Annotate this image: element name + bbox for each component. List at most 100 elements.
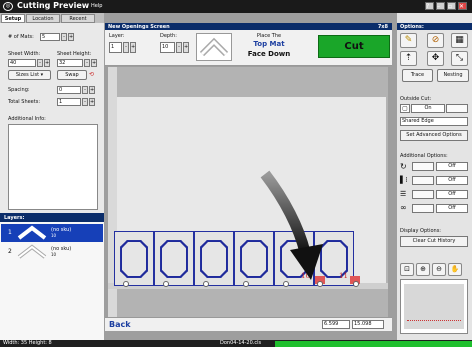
nesting-button[interactable]: Nesting bbox=[437, 69, 469, 82]
shared-edge-dropdown[interactable]: Shared Edge bbox=[400, 117, 468, 126]
place-instruction-line2: Top Mat bbox=[253, 40, 285, 48]
opening-shape bbox=[200, 240, 228, 278]
total-sheets-increment[interactable]: + bbox=[89, 98, 95, 106]
move-icon[interactable]: ✥ bbox=[427, 51, 444, 66]
layer-decrement[interactable]: - bbox=[123, 42, 129, 53]
layer-increment[interactable]: + bbox=[130, 42, 136, 53]
total-sheets-input[interactable]: 1 bbox=[57, 98, 81, 106]
help-menu[interactable]: Help bbox=[91, 3, 102, 9]
back-button[interactable]: Back bbox=[109, 320, 131, 329]
sheet-width-decrement[interactable]: - bbox=[37, 59, 43, 67]
mat-opening bbox=[114, 231, 154, 286]
swap-button[interactable]: Swap bbox=[57, 70, 87, 80]
total-sheets-label: Total Sheets: bbox=[8, 99, 41, 105]
spacing-increment[interactable]: + bbox=[89, 86, 95, 94]
mats-label: # of Mats: bbox=[8, 34, 34, 40]
option-toggle-track[interactable] bbox=[412, 162, 434, 171]
resize-icon[interactable]: ⤡ bbox=[451, 51, 468, 66]
outside-cut-icon: ▢ bbox=[400, 104, 410, 113]
layer-row[interactable]: 1 (no sku) 10 bbox=[1, 224, 103, 242]
minimize-button[interactable]: – bbox=[436, 2, 445, 10]
status-dimensions: Width: 35 Height: 8 bbox=[3, 340, 52, 346]
spacing-input[interactable]: 0 bbox=[57, 86, 81, 94]
depth-increment[interactable]: + bbox=[183, 42, 189, 53]
layer-sku: 10 bbox=[51, 252, 57, 257]
total-sheets-decrement[interactable]: - bbox=[82, 98, 88, 106]
mat-shape-icon bbox=[199, 37, 229, 57]
close-button[interactable]: ✕ bbox=[458, 2, 467, 10]
direction-arrow-icon bbox=[260, 170, 323, 280]
layer-label: Layer: bbox=[109, 33, 125, 39]
sizes-list-dropdown[interactable]: Sizes List ▾ bbox=[8, 70, 51, 80]
outside-cut-toggle[interactable]: On bbox=[411, 104, 445, 113]
layer-thumbnail-icon bbox=[17, 244, 47, 259]
sheet-height-decrement[interactable]: - bbox=[84, 59, 90, 67]
layer-sku: 10 bbox=[51, 233, 57, 238]
grid-icon[interactable]: ▦ bbox=[451, 33, 468, 48]
option-toggle-track[interactable] bbox=[412, 204, 434, 213]
option-toggle[interactable]: Off bbox=[436, 162, 468, 171]
place-instruction-line3: Face Down bbox=[247, 50, 291, 58]
trace-button[interactable]: Trace bbox=[402, 69, 433, 82]
no-edit-icon[interactable]: ⊘ bbox=[427, 33, 444, 48]
status-file: Don04-14-20.cls bbox=[220, 340, 262, 346]
place-instruction-line1: Place The bbox=[256, 33, 282, 39]
option-toggle[interactable]: Off bbox=[436, 204, 468, 213]
tab-bar: Setup Location Recent bbox=[0, 13, 104, 23]
mats-input[interactable]: 5 bbox=[40, 33, 60, 41]
help-button[interactable]: ? bbox=[425, 2, 434, 10]
option-toggle-track[interactable] bbox=[412, 176, 434, 185]
progress-bar bbox=[275, 341, 472, 347]
mirror-icon: ▌⁞ bbox=[400, 176, 408, 184]
option-toggle[interactable]: Off bbox=[436, 176, 468, 185]
sheet-height-label: Sheet Height: bbox=[57, 51, 92, 57]
coord-x-field: 6.599 bbox=[322, 320, 350, 329]
mats-increment[interactable]: + bbox=[68, 33, 74, 41]
additional-info-textarea[interactable] bbox=[8, 124, 98, 210]
maximize-button[interactable]: ▫ bbox=[447, 2, 456, 10]
layers-header: Layers: bbox=[0, 213, 104, 222]
layer-input[interactable]: 1 bbox=[109, 42, 122, 53]
option-row: ▌⁞ Off bbox=[400, 176, 470, 186]
option-row: ↻ Off bbox=[400, 162, 470, 172]
pan-icon[interactable]: ✋ bbox=[448, 263, 462, 276]
lines-icon: ☰ bbox=[400, 190, 407, 198]
tab-setup[interactable]: Setup bbox=[1, 14, 25, 23]
option-toggle-track[interactable] bbox=[412, 190, 434, 199]
upload-icon[interactable]: ⇡ bbox=[400, 51, 417, 66]
zoom-in-icon[interactable]: ⊕ bbox=[416, 263, 430, 276]
layer-number: 1 bbox=[8, 229, 12, 236]
spacing-decrement[interactable]: - bbox=[82, 86, 88, 94]
pencil-icon[interactable]: ✎ bbox=[400, 33, 417, 48]
layer-row[interactable]: 2 (no sku) 10 bbox=[1, 243, 103, 261]
cut-button[interactable]: Cut bbox=[318, 35, 390, 58]
sheet-width-input[interactable]: 40 bbox=[8, 59, 36, 67]
screen-header: New Openings Screen 7x8 bbox=[105, 23, 392, 30]
app-title: Cutting Preview bbox=[17, 1, 90, 10]
advanced-options-button[interactable]: Set Advanced Options bbox=[400, 130, 468, 141]
depth-label: Depth: bbox=[160, 33, 177, 39]
mini-map[interactable] bbox=[400, 279, 468, 334]
zoom-fit-icon[interactable]: ⊡ bbox=[400, 263, 414, 276]
option-toggle[interactable]: Off bbox=[436, 190, 468, 199]
spacing-label: Spacing: bbox=[8, 87, 30, 93]
options-header: Options: bbox=[397, 23, 472, 30]
layer-number: 2 bbox=[8, 248, 12, 255]
option-row: ☰ Off bbox=[400, 190, 470, 200]
sheet-width-increment[interactable]: + bbox=[44, 59, 50, 67]
clamp-markers bbox=[123, 281, 359, 287]
tab-recent[interactable]: Recent bbox=[61, 14, 95, 23]
mat-opening bbox=[154, 231, 194, 286]
depth-decrement[interactable]: - bbox=[176, 42, 182, 53]
outside-cut-slider[interactable] bbox=[446, 104, 468, 113]
depth-input[interactable]: 10 bbox=[160, 42, 175, 53]
mats-decrement[interactable]: - bbox=[61, 33, 67, 41]
clear-cut-history-button[interactable]: Clear Cut History bbox=[400, 236, 468, 247]
sheet-height-input[interactable]: 32 bbox=[57, 59, 83, 67]
tab-location[interactable]: Location bbox=[26, 14, 60, 23]
cut-count-label: 11 bbox=[339, 272, 348, 280]
mat-shape-preview[interactable] bbox=[196, 33, 232, 61]
mat-opening bbox=[194, 231, 234, 286]
zoom-out-icon[interactable]: ⊖ bbox=[432, 263, 446, 276]
sheet-height-increment[interactable]: + bbox=[91, 59, 97, 67]
